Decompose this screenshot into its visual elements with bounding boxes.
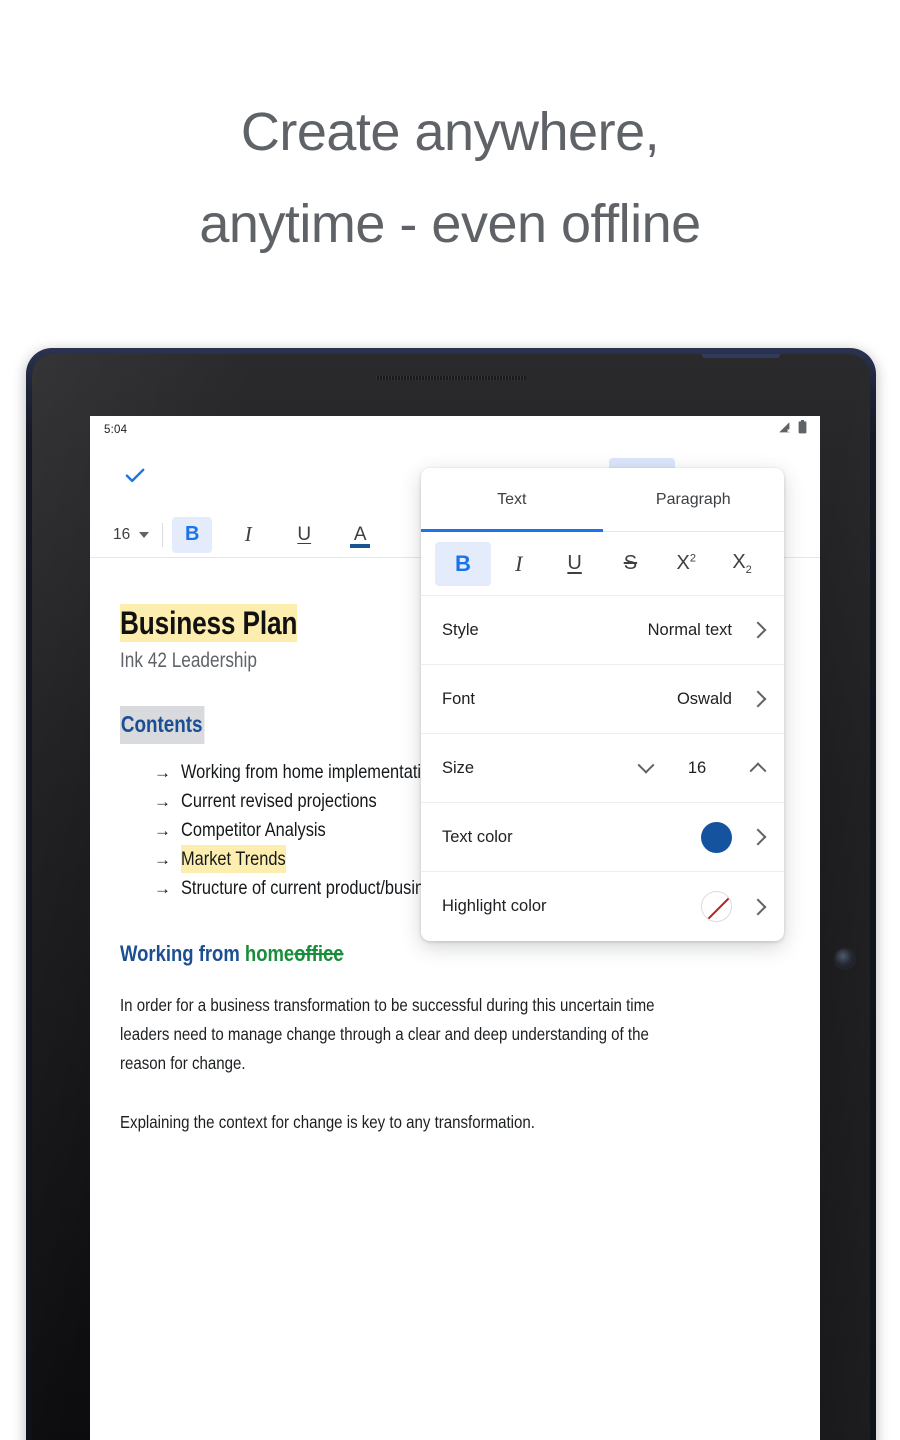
toolbar-underline-button[interactable]: U: [284, 517, 324, 553]
panel-subscript-button[interactable]: X2: [714, 542, 770, 586]
arrow-bullet-icon: →: [154, 821, 171, 840]
format-panel-tabs: Text Paragraph: [421, 468, 784, 532]
document-contents-heading: Contents: [120, 706, 205, 744]
toolbar-italic-label: I: [244, 522, 252, 546]
row-font-value: Oswald: [676, 689, 732, 708]
panel-underline-label: U: [567, 552, 582, 574]
document-paragraph-2: Explaining the context for change is key…: [120, 1108, 786, 1137]
section-heading-inserted: home: [244, 941, 295, 966]
font-size-value: 16: [113, 525, 131, 543]
document-title: Business Plan: [120, 604, 298, 642]
promo-screenshot: Create anywhere, anytime - even offline …: [0, 0, 900, 1440]
list-item-label: Competitor Analysis: [181, 819, 326, 841]
chevron-down-icon: [139, 531, 150, 538]
row-highlight-color[interactable]: Highlight color: [421, 872, 784, 941]
format-panel: Text Paragraph B I U S X2 X2 Style Norma…: [421, 468, 784, 941]
arrow-bullet-icon: →: [154, 792, 171, 811]
row-font[interactable]: Font Oswald: [421, 665, 784, 734]
toolbar-italic-button[interactable]: I: [228, 517, 268, 553]
tablet-device: 5:04 16 B I U A Business Plan Ink 42 Lea…: [26, 348, 876, 1440]
status-time: 5:04: [104, 423, 128, 436]
panel-subscript-label: X2: [732, 551, 752, 576]
panel-superscript-button[interactable]: X2: [658, 542, 714, 586]
headline-line-2: anytime - even offline: [199, 194, 701, 254]
signal-no-sim-icon: [778, 421, 791, 439]
page-title: Create anywhere, anytime - even offline: [0, 86, 900, 270]
row-style-value: Normal text: [647, 620, 732, 639]
arrow-bullet-icon: →: [154, 879, 171, 898]
toolbar-text-color-button[interactable]: A: [340, 517, 380, 553]
row-style-label: Style: [442, 620, 479, 639]
row-text-color[interactable]: Text color: [421, 803, 784, 872]
section-heading-base: Working from: [120, 941, 245, 966]
speaker-grille-icon: [376, 376, 526, 380]
status-bar: 5:04: [90, 416, 820, 443]
format-panel-buttons: B I U S X2 X2: [421, 532, 784, 596]
paragraph-2-text: Explaining the context for change is key…: [120, 1112, 535, 1132]
chevron-right-icon: [749, 828, 767, 846]
headline-line-1: Create anywhere,: [240, 102, 660, 162]
device-bezel: 5:04 16 B I U A Business Plan Ink 42 Lea…: [32, 354, 870, 1440]
row-size: Size 16: [421, 734, 784, 803]
section-heading-deleted: office: [294, 941, 344, 966]
panel-superscript-label: X2: [676, 552, 696, 574]
status-icons: [778, 420, 807, 439]
size-decrease-button[interactable]: [637, 756, 655, 774]
device-screen: 5:04 16 B I U A Business Plan Ink 42 Lea…: [90, 416, 820, 1440]
tab-text[interactable]: Text: [421, 468, 603, 532]
arrow-bullet-icon: →: [154, 850, 171, 869]
toolbar-text-color-label: A: [353, 524, 367, 545]
list-item-label-highlighted: Market Trends: [181, 845, 286, 873]
list-item-label: Structure of current product/business: [181, 877, 450, 899]
row-size-value: 16: [687, 758, 707, 777]
toolbar-underline-label: U: [297, 523, 312, 545]
tab-paragraph-label: Paragraph: [655, 490, 731, 508]
chevron-right-icon: [749, 898, 767, 915]
text-color-indicator: [350, 543, 371, 548]
panel-italic-button[interactable]: I: [491, 542, 547, 586]
chevron-right-icon: [749, 621, 767, 639]
done-button[interactable]: [114, 457, 156, 499]
chevron-right-icon: [749, 690, 767, 708]
row-text-color-label: Text color: [442, 827, 513, 846]
tab-text-label: Text: [497, 490, 527, 508]
toolbar-bold-label: B: [185, 523, 200, 545]
list-item-label: Current revised projections: [181, 790, 377, 812]
tab-paragraph[interactable]: Paragraph: [603, 468, 785, 531]
panel-strikethrough-label: S: [623, 552, 638, 574]
toolbar-divider: [162, 522, 164, 547]
power-button[interactable]: [702, 354, 780, 358]
row-size-label: Size: [442, 758, 475, 777]
panel-bold-label: B: [454, 550, 471, 576]
panel-italic-label: I: [515, 550, 523, 576]
highlight-color-none-swatch[interactable]: [701, 891, 732, 922]
document-paragraph-1: In order for a business transformation t…: [120, 991, 786, 1078]
section-heading-wrap: Working from homeoffice: [120, 939, 344, 969]
size-increase-button[interactable]: [749, 762, 767, 780]
row-highlight-color-label: Highlight color: [442, 897, 547, 915]
text-color-swatch[interactable]: [701, 821, 732, 853]
arrow-bullet-icon: →: [154, 763, 171, 782]
font-size-dropdown[interactable]: 16: [106, 517, 158, 553]
check-icon: [122, 462, 148, 493]
toolbar-bold-button[interactable]: B: [172, 516, 213, 553]
panel-underline-button[interactable]: U: [547, 542, 603, 586]
size-stepper: 16: [637, 756, 767, 780]
list-item-label: Working from home implementation: [181, 761, 440, 783]
camera-lens-icon: [835, 949, 854, 968]
panel-strikethrough-button[interactable]: S: [602, 542, 658, 586]
row-font-label: Font: [442, 689, 476, 708]
paragraph-1-text: In order for a business transformation t…: [120, 995, 655, 1073]
panel-bold-button[interactable]: B: [435, 541, 491, 586]
row-style[interactable]: Style Normal text: [421, 596, 784, 665]
battery-full-icon: [798, 420, 807, 439]
document-section-heading: Working from homeoffice: [120, 939, 786, 969]
